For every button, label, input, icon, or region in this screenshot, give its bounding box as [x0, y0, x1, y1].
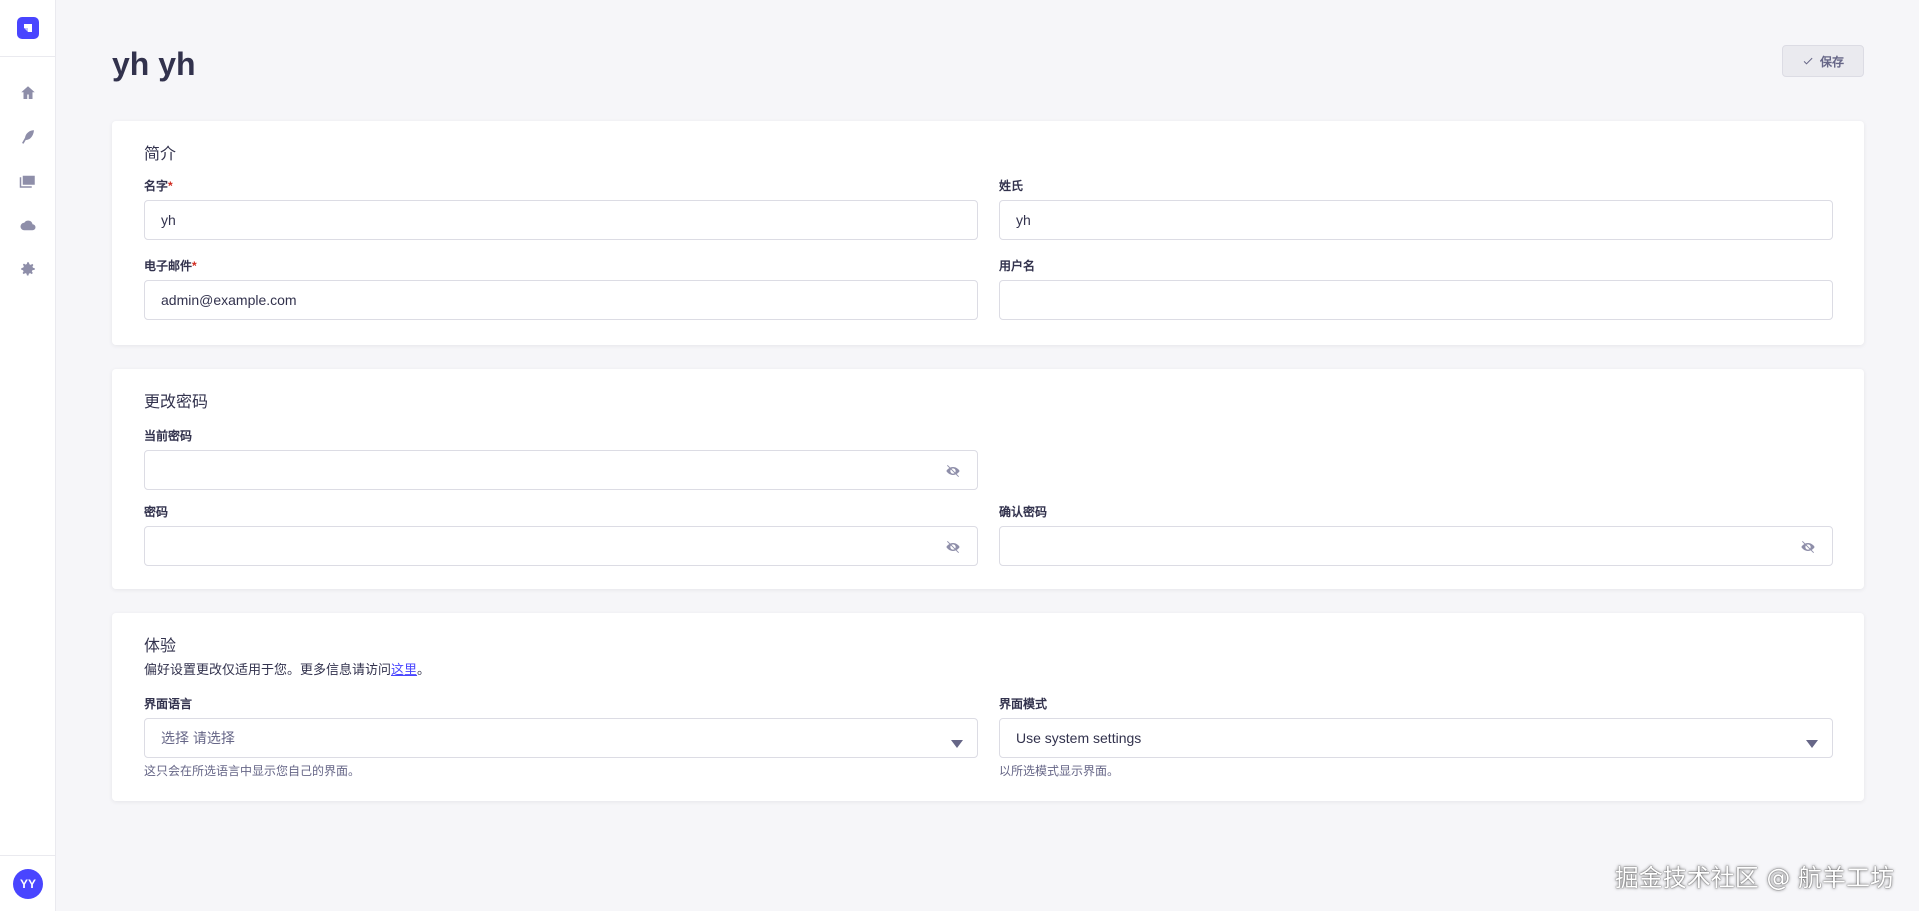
last-name-input[interactable]: yh — [999, 200, 1833, 240]
first-name-input[interactable]: yh — [144, 200, 978, 240]
new-password-field: 密码 — [144, 504, 978, 566]
main-content: yh yh 保存 简介 名字* yh 姓氏 yh 电子邮件* admin@exa… — [57, 0, 1919, 911]
required-mark: * — [168, 179, 173, 193]
nav-list — [0, 57, 55, 291]
new-password-input[interactable] — [144, 526, 978, 566]
experience-card: 体验 偏好设置更改仅适用于您。更多信息请访问这里。 界面语言 选择 请选择 这只… — [112, 613, 1864, 801]
confirm-password-label: 确认密码 — [999, 505, 1048, 519]
eye-off-icon[interactable] — [945, 463, 961, 479]
logo-icon — [23, 24, 32, 32]
current-password-input[interactable] — [144, 450, 978, 490]
username-label: 用户名 — [999, 259, 1036, 273]
first-name-label: 名字* — [144, 179, 173, 193]
interface-language-field: 界面语言 选择 请选择 这只会在所选语言中显示您自己的界面。 — [144, 696, 978, 779]
home-icon — [21, 86, 35, 99]
eye-off-icon[interactable] — [1800, 539, 1816, 555]
eye-off-icon[interactable] — [945, 539, 961, 555]
save-button[interactable]: 保存 — [1782, 45, 1864, 77]
profile-section-title: 简介 — [144, 146, 177, 163]
user-menu: YY — [0, 855, 56, 911]
password-section-title: 更改密码 — [144, 394, 209, 411]
confirm-password-field: 确认密码 — [999, 504, 1833, 566]
experience-description-text: 偏好设置更改仅适用于您。更多信息请访问 — [144, 662, 392, 677]
confirm-password-input[interactable] — [999, 526, 1833, 566]
interface-language-select[interactable]: 选择 请选择 — [144, 718, 978, 758]
experience-section-title: 体验 — [144, 638, 177, 655]
check-icon — [1803, 57, 1813, 65]
watermark: 掘金技术社区 @ 航羊工坊 — [1614, 864, 1894, 892]
media-library-icon — [19, 175, 35, 188]
email-field: 电子邮件* admin@example.com — [144, 258, 978, 320]
page-header: yh yh 保存 — [112, 44, 1864, 84]
nav-item-media[interactable] — [0, 159, 56, 203]
username-field: 用户名 — [999, 258, 1833, 320]
email-label: 电子邮件* — [144, 259, 197, 273]
password-card: 更改密码 当前密码 密码 确认密码 — [112, 369, 1864, 589]
nav-item-home[interactable] — [0, 71, 56, 115]
docs-link[interactable]: 这里 — [391, 662, 417, 677]
current-password-field: 当前密码 — [144, 428, 978, 490]
interface-mode-field: 界面模式 Use system settings 以所选模式显示界面。 — [999, 696, 1833, 779]
interface-mode-label: 界面模式 — [999, 697, 1048, 711]
main-nav: YY — [0, 0, 56, 911]
cloud-icon — [20, 220, 36, 231]
last-name-label: 姓氏 — [999, 179, 1024, 193]
interface-language-hint: 这只会在所选语言中显示您自己的界面。 — [144, 764, 361, 778]
save-button-label: 保存 — [1819, 54, 1844, 69]
interface-mode-select[interactable]: Use system settings — [999, 718, 1833, 758]
chevron-down-icon — [1806, 735, 1818, 748]
settings-icon — [21, 262, 35, 276]
profile-card: 简介 名字* yh 姓氏 yh 电子邮件* admin@example.com … — [112, 121, 1864, 345]
required-mark: * — [192, 259, 197, 273]
email-input[interactable]: admin@example.com — [144, 280, 978, 320]
nav-item-settings[interactable] — [0, 247, 56, 291]
new-password-label: 密码 — [144, 505, 169, 519]
chevron-down-icon — [951, 735, 963, 748]
first-name-value: yh — [161, 212, 176, 228]
nav-item-content[interactable] — [0, 115, 56, 159]
interface-language-value: 选择 请选择 — [161, 730, 235, 746]
nav-item-cloud[interactable] — [0, 203, 56, 247]
interface-mode-hint: 以所选模式显示界面。 — [999, 764, 1120, 778]
experience-description: 偏好设置更改仅适用于您。更多信息请访问这里。 — [144, 659, 1832, 678]
interface-mode-value: Use system settings — [1016, 730, 1142, 746]
avatar[interactable]: YY — [13, 868, 43, 899]
feather-icon — [22, 130, 34, 144]
first-name-field: 名字* yh — [144, 178, 978, 240]
page-title: yh yh — [112, 46, 196, 82]
username-input[interactable] — [999, 280, 1833, 320]
current-password-label: 当前密码 — [144, 429, 193, 443]
experience-description-suffix: 。 — [417, 662, 431, 677]
last-name-value: yh — [1016, 212, 1031, 228]
email-value: admin@example.com — [161, 292, 297, 308]
strapi-logo[interactable] — [16, 17, 39, 39]
last-name-field: 姓氏 yh — [999, 178, 1833, 240]
logo-area — [0, 0, 55, 57]
interface-language-label: 界面语言 — [144, 697, 193, 711]
